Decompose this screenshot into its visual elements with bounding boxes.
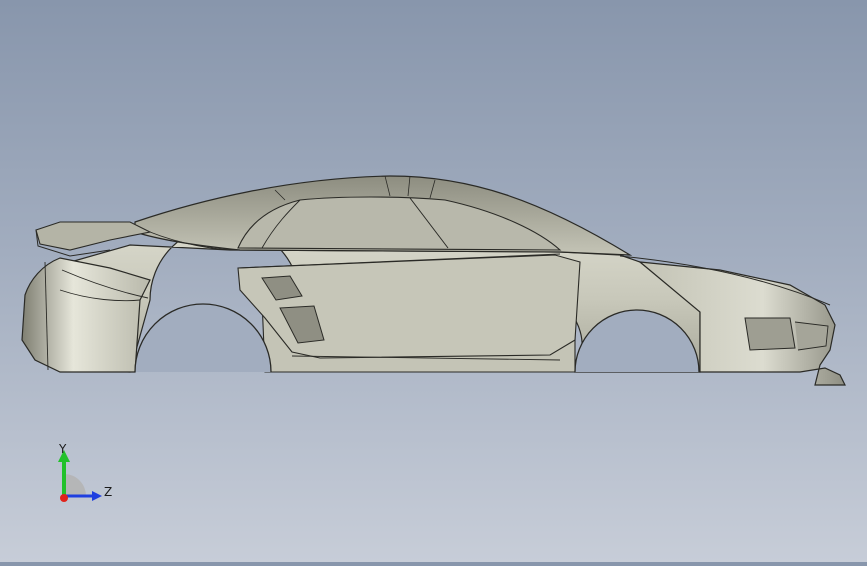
car-body-model[interactable] bbox=[0, 0, 867, 562]
y-axis-label: Y bbox=[59, 442, 67, 456]
rear-bumper[interactable] bbox=[21, 257, 151, 373]
door-panel[interactable] bbox=[237, 254, 581, 359]
rear-wheel-arch[interactable] bbox=[134, 303, 272, 373]
front-splitter bbox=[794, 321, 829, 351]
x-axis-dot bbox=[60, 494, 68, 502]
front-intake[interactable] bbox=[744, 317, 796, 351]
z-axis-label: Z bbox=[104, 485, 113, 499]
coordinate-triad[interactable]: Y Z bbox=[48, 438, 128, 510]
graphics-viewport[interactable]: Y Z bbox=[0, 0, 867, 562]
